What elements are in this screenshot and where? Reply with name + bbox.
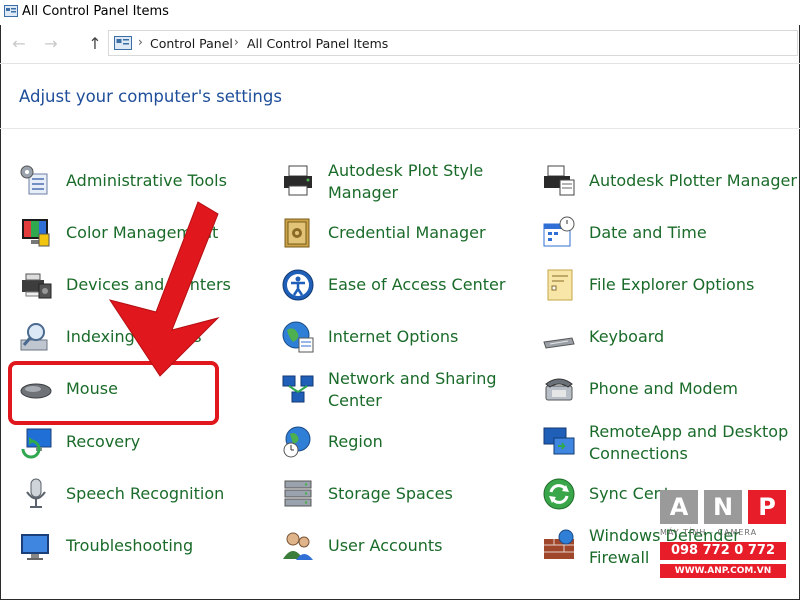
microphone-icon <box>26 478 46 508</box>
calendar-clock-icon <box>543 216 575 247</box>
logo-website: WWW.ANP.COM.VN <box>660 564 786 578</box>
item-label: Ease of Access Center <box>328 275 506 294</box>
breadcrumb-all-items[interactable]: All Control Panel Items <box>247 36 388 51</box>
indexing-icon <box>20 323 48 351</box>
logo-phone: 098 772 0 772 <box>660 542 786 560</box>
title-bar: All Control Panel Items <box>0 0 800 25</box>
logo-subtitle: MÁY TÍNH - CAMERA <box>660 528 758 537</box>
page-title: Adjust your computer's settings <box>19 87 282 106</box>
color-management-icon <box>22 219 50 247</box>
breadcrumb-control-panel[interactable]: Control Panel <box>150 36 233 51</box>
up-button[interactable]: ↑ <box>84 33 106 55</box>
item-label: Autodesk Plotter Manager <box>589 171 797 190</box>
network-icon <box>282 375 314 403</box>
item-label: Credential Manager <box>328 223 486 242</box>
user-accounts-icon <box>283 532 313 560</box>
breadcrumb-separator: › <box>138 35 143 49</box>
item-label-line-2: Center <box>328 391 382 410</box>
item-label: File Explorer Options <box>589 275 755 294</box>
phone-icon <box>545 378 573 401</box>
control-panel-icon <box>114 36 132 50</box>
item-label: User Accounts <box>328 536 443 555</box>
devices-printers-icon <box>22 273 52 299</box>
globe-icon <box>282 321 314 353</box>
item-label-line-2: Firewall <box>589 548 650 567</box>
item-label-line-2: Connections <box>589 444 688 463</box>
control-panel-icon <box>4 5 18 17</box>
item-label: Storage Spaces <box>328 484 453 503</box>
anp-watermark-logo: A N P MÁY TÍNH - CAMERA 098 772 0 772 WW… <box>660 490 786 586</box>
ease-of-access-icon <box>282 269 314 301</box>
item-label: Keyboard <box>589 327 665 346</box>
item-label: Troubleshooting <box>66 536 194 555</box>
window-title: All Control Panel Items <box>22 4 169 19</box>
item-label-line-2: Manager <box>328 183 399 202</box>
firewall-icon <box>544 529 574 559</box>
remote-desktop-icon <box>543 427 575 455</box>
plotter-icon <box>544 165 575 196</box>
breadcrumb-separator: › <box>234 35 239 49</box>
address-bar[interactable]: › Control Panel › All Control Panel Item… <box>108 30 798 56</box>
item-label-line-1: Autodesk Plot Style <box>328 161 484 180</box>
administrative-tools-icon <box>20 165 48 195</box>
folder-options-icon <box>547 269 573 301</box>
item-label-line-1: Network and Sharing <box>328 369 497 388</box>
item-label: Indexing Options <box>66 327 202 346</box>
navigation-bar: ← → ↑ › Control Panel › All Control Pane… <box>0 25 800 63</box>
printer-icon <box>284 165 312 196</box>
credential-vault-icon <box>284 218 310 248</box>
recovery-icon <box>21 428 52 459</box>
item-label: Color Management <box>66 223 219 242</box>
storage-drives-icon <box>284 480 312 507</box>
item-label: Speech Recognition <box>66 484 225 503</box>
divider <box>0 63 800 64</box>
divider <box>0 128 800 129</box>
keyboard-icon <box>543 337 575 349</box>
logo-letter-p: P <box>748 490 786 524</box>
item-label: Phone and Modem <box>589 379 739 398</box>
sync-icon <box>543 478 575 510</box>
logo-letter-a: A <box>660 490 698 524</box>
item-label: Date and Time <box>589 223 707 242</box>
item-label: Recovery <box>66 432 141 451</box>
troubleshooting-icon <box>21 534 49 560</box>
back-button[interactable]: ← <box>8 33 30 55</box>
mouse-highlight-box <box>8 361 219 425</box>
item-label: Administrative Tools <box>66 171 227 190</box>
item-label: Region <box>328 432 383 451</box>
item-label-line-1: RemoteApp and Desktop <box>589 422 789 441</box>
region-globe-clock-icon <box>283 426 311 458</box>
item-label: Internet Options <box>328 327 459 346</box>
logo-letter-n: N <box>704 490 742 524</box>
forward-button[interactable]: → <box>40 33 62 55</box>
item-label: Devices and Printers <box>66 275 231 294</box>
